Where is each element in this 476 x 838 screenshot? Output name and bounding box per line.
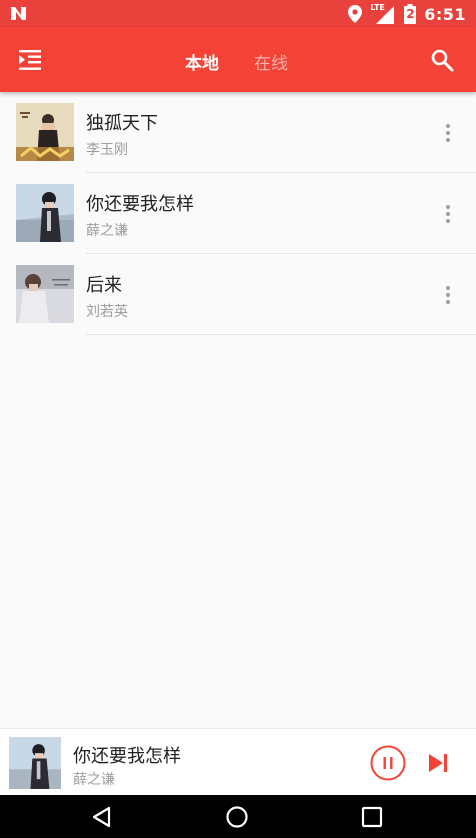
- now-playing-bar[interactable]: 你还要我怎样 薛之谦: [0, 728, 476, 796]
- recents-icon[interactable]: [360, 805, 384, 829]
- album-cover: [16, 103, 74, 161]
- now-playing-title: 你还要我怎样: [73, 746, 181, 767]
- song-artist: 薛之谦: [86, 223, 128, 239]
- more-options-icon[interactable]: [440, 204, 456, 224]
- song-title: 你还要我怎样: [86, 194, 194, 215]
- signal-icon: [376, 6, 395, 24]
- song-title: 独孤天下: [86, 113, 158, 134]
- tab-online[interactable]: 在线: [254, 49, 288, 74]
- song-list: 独孤天下 李玉刚 你还要我怎样 薛之谦 后来 刘若英: [0, 92, 476, 335]
- song-row[interactable]: 你还要我怎样 薛之谦: [0, 173, 476, 254]
- song-row[interactable]: 独孤天下 李玉刚: [0, 92, 476, 173]
- next-track-icon[interactable]: [426, 752, 450, 774]
- now-playing-cover: [9, 737, 61, 789]
- song-artist: 李玉刚: [86, 142, 128, 158]
- album-cover: [16, 265, 74, 323]
- more-options-icon[interactable]: [440, 123, 456, 143]
- divider: [86, 334, 476, 335]
- song-row[interactable]: 后来 刘若英: [0, 254, 476, 335]
- battery-level: 2: [406, 7, 415, 21]
- album-cover: [16, 184, 74, 242]
- app-bar: 本地 在线: [0, 27, 476, 92]
- location-icon: [348, 5, 363, 23]
- tab-bar: 本地 在线: [0, 27, 476, 92]
- n-icon: [11, 7, 26, 20]
- home-icon[interactable]: [225, 805, 249, 829]
- tab-local[interactable]: 本地: [185, 49, 219, 74]
- song-artist: 刘若英: [86, 304, 128, 320]
- status-bar: LTE 2 6:51: [0, 0, 476, 27]
- search-icon[interactable]: [430, 48, 454, 72]
- back-icon[interactable]: [90, 805, 114, 829]
- system-nav-bar: [0, 795, 476, 838]
- song-title: 后来: [86, 275, 122, 296]
- pause-icon[interactable]: [370, 745, 406, 781]
- more-options-icon[interactable]: [440, 285, 456, 305]
- clock-time: 6:51: [424, 4, 466, 24]
- now-playing-artist: 薛之谦: [73, 772, 115, 788]
